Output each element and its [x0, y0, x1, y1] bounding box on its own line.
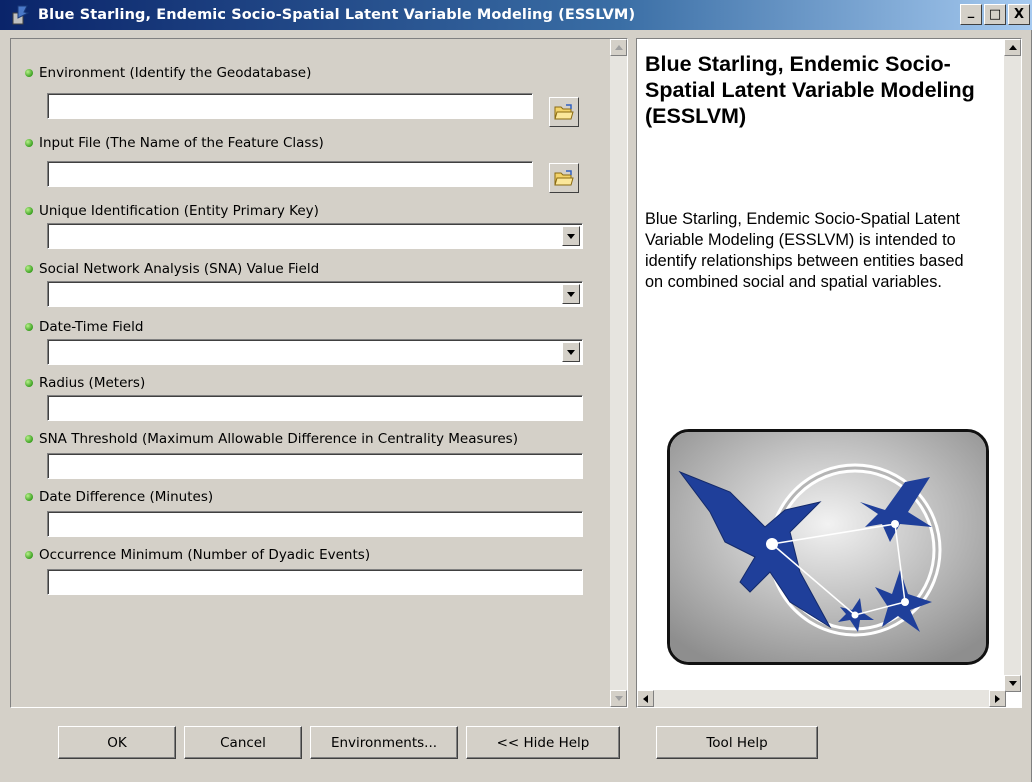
cancel-button[interactable]: Cancel [184, 726, 302, 759]
input-file-browse-button[interactable] [549, 163, 579, 193]
blue-starling-logo [667, 429, 989, 665]
chevron-down-icon [1008, 681, 1017, 686]
hide-help-button[interactable]: << Hide Help [466, 726, 620, 759]
close-button[interactable]: X [1008, 4, 1030, 25]
scroll-up-button[interactable] [610, 39, 627, 56]
help-horizontal-scrollbar[interactable] [637, 690, 1006, 707]
param-label: Occurrence Minimum (Number of Dyadic Eve… [39, 547, 371, 563]
param-label: Input File (The Name of the Feature Clas… [39, 135, 324, 151]
environment-input[interactable] [47, 93, 533, 119]
param-label: Radius (Meters) [39, 375, 146, 391]
required-dot-icon [25, 207, 33, 215]
sna-value-combo[interactable] [47, 281, 583, 307]
parameters-panel: Environment (Identify the Geodatabase) I… [10, 38, 628, 708]
param-radius: Radius (Meters) [25, 375, 145, 391]
scroll-up-button[interactable] [1004, 39, 1021, 56]
param-occurrence-minimum: Occurrence Minimum (Number of Dyadic Eve… [25, 547, 370, 563]
window-title: Blue Starling, Endemic Socio-Spatial Lat… [38, 7, 636, 23]
date-time-combo[interactable] [47, 339, 583, 365]
required-dot-icon [25, 69, 33, 77]
param-environment: Environment (Identify the Geodatabase) [25, 65, 311, 81]
param-label: Date Difference (Minutes) [39, 489, 214, 505]
dropdown-button[interactable] [562, 226, 580, 246]
chevron-down-icon [567, 349, 575, 355]
param-label: Date-Time Field [39, 319, 144, 335]
occurrence-minimum-input[interactable] [47, 569, 583, 595]
required-dot-icon [25, 323, 33, 331]
minimize-button[interactable]: _ [960, 4, 982, 25]
param-date-time: Date-Time Field [25, 319, 143, 335]
param-label: Environment (Identify the Geodatabase) [39, 65, 312, 81]
maximize-button[interactable]: □ [984, 4, 1006, 25]
chevron-up-icon [1008, 45, 1017, 50]
required-dot-icon [25, 493, 33, 501]
required-dot-icon [25, 139, 33, 147]
environments-button[interactable]: Environments... [310, 726, 458, 759]
required-dot-icon [25, 265, 33, 273]
blue-starling-logo-image [670, 432, 986, 662]
param-sna-threshold: SNA Threshold (Maximum Allowable Differe… [25, 431, 518, 447]
param-input-file: Input File (The Name of the Feature Clas… [25, 135, 324, 151]
scroll-down-button[interactable] [1004, 675, 1021, 692]
input-file-input[interactable] [47, 161, 533, 187]
open-folder-icon [554, 170, 574, 186]
parameters-scrollbar[interactable] [610, 39, 627, 707]
scroll-down-button[interactable] [610, 690, 627, 707]
chevron-up-icon [614, 45, 623, 50]
minimize-icon: _ [967, 4, 975, 19]
param-label: SNA Threshold (Maximum Allowable Differe… [39, 431, 518, 447]
chevron-down-icon [567, 291, 575, 297]
scroll-left-button[interactable] [637, 690, 654, 707]
chevron-down-icon [614, 696, 623, 701]
tool-icon [10, 4, 32, 26]
tool-help-button[interactable]: Tool Help [656, 726, 818, 759]
title-bar[interactable]: Blue Starling, Endemic Socio-Spatial Lat… [0, 0, 1032, 30]
help-panel: Blue Starling, Endemic Socio-Spatial Lat… [636, 38, 1022, 708]
window-controls: _ □ X [960, 4, 1030, 25]
chevron-left-icon [643, 694, 648, 703]
required-dot-icon [25, 379, 33, 387]
maximize-icon: □ [988, 7, 1002, 22]
param-date-difference: Date Difference (Minutes) [25, 489, 213, 505]
open-folder-icon [554, 104, 574, 120]
param-label: Social Network Analysis (SNA) Value Fiel… [39, 261, 320, 277]
chevron-down-icon [567, 233, 575, 239]
environment-browse-button[interactable] [549, 97, 579, 127]
required-dot-icon [25, 551, 33, 559]
date-difference-input[interactable] [47, 511, 583, 537]
dropdown-button[interactable] [562, 284, 580, 304]
radius-input[interactable] [47, 395, 583, 421]
param-sna-value: Social Network Analysis (SNA) Value Fiel… [25, 261, 319, 277]
help-description: Blue Starling, Endemic Socio-Spatial Lat… [645, 210, 964, 291]
scroll-right-button[interactable] [989, 690, 1006, 707]
param-unique-id: Unique Identification (Entity Primary Ke… [25, 203, 319, 219]
ok-button[interactable]: OK [58, 726, 176, 759]
dropdown-button[interactable] [562, 342, 580, 362]
help-vertical-scrollbar[interactable] [1004, 39, 1021, 692]
close-icon: X [1013, 7, 1025, 22]
required-dot-icon [25, 435, 33, 443]
help-title: Blue Starling, Endemic Socio-Spatial Lat… [645, 52, 975, 128]
param-label: Unique Identification (Entity Primary Ke… [39, 203, 319, 219]
tool-dialog-window: Blue Starling, Endemic Socio-Spatial Lat… [0, 0, 1032, 782]
unique-id-combo[interactable] [47, 223, 583, 249]
sna-threshold-input[interactable] [47, 453, 583, 479]
chevron-right-icon [995, 694, 1000, 703]
